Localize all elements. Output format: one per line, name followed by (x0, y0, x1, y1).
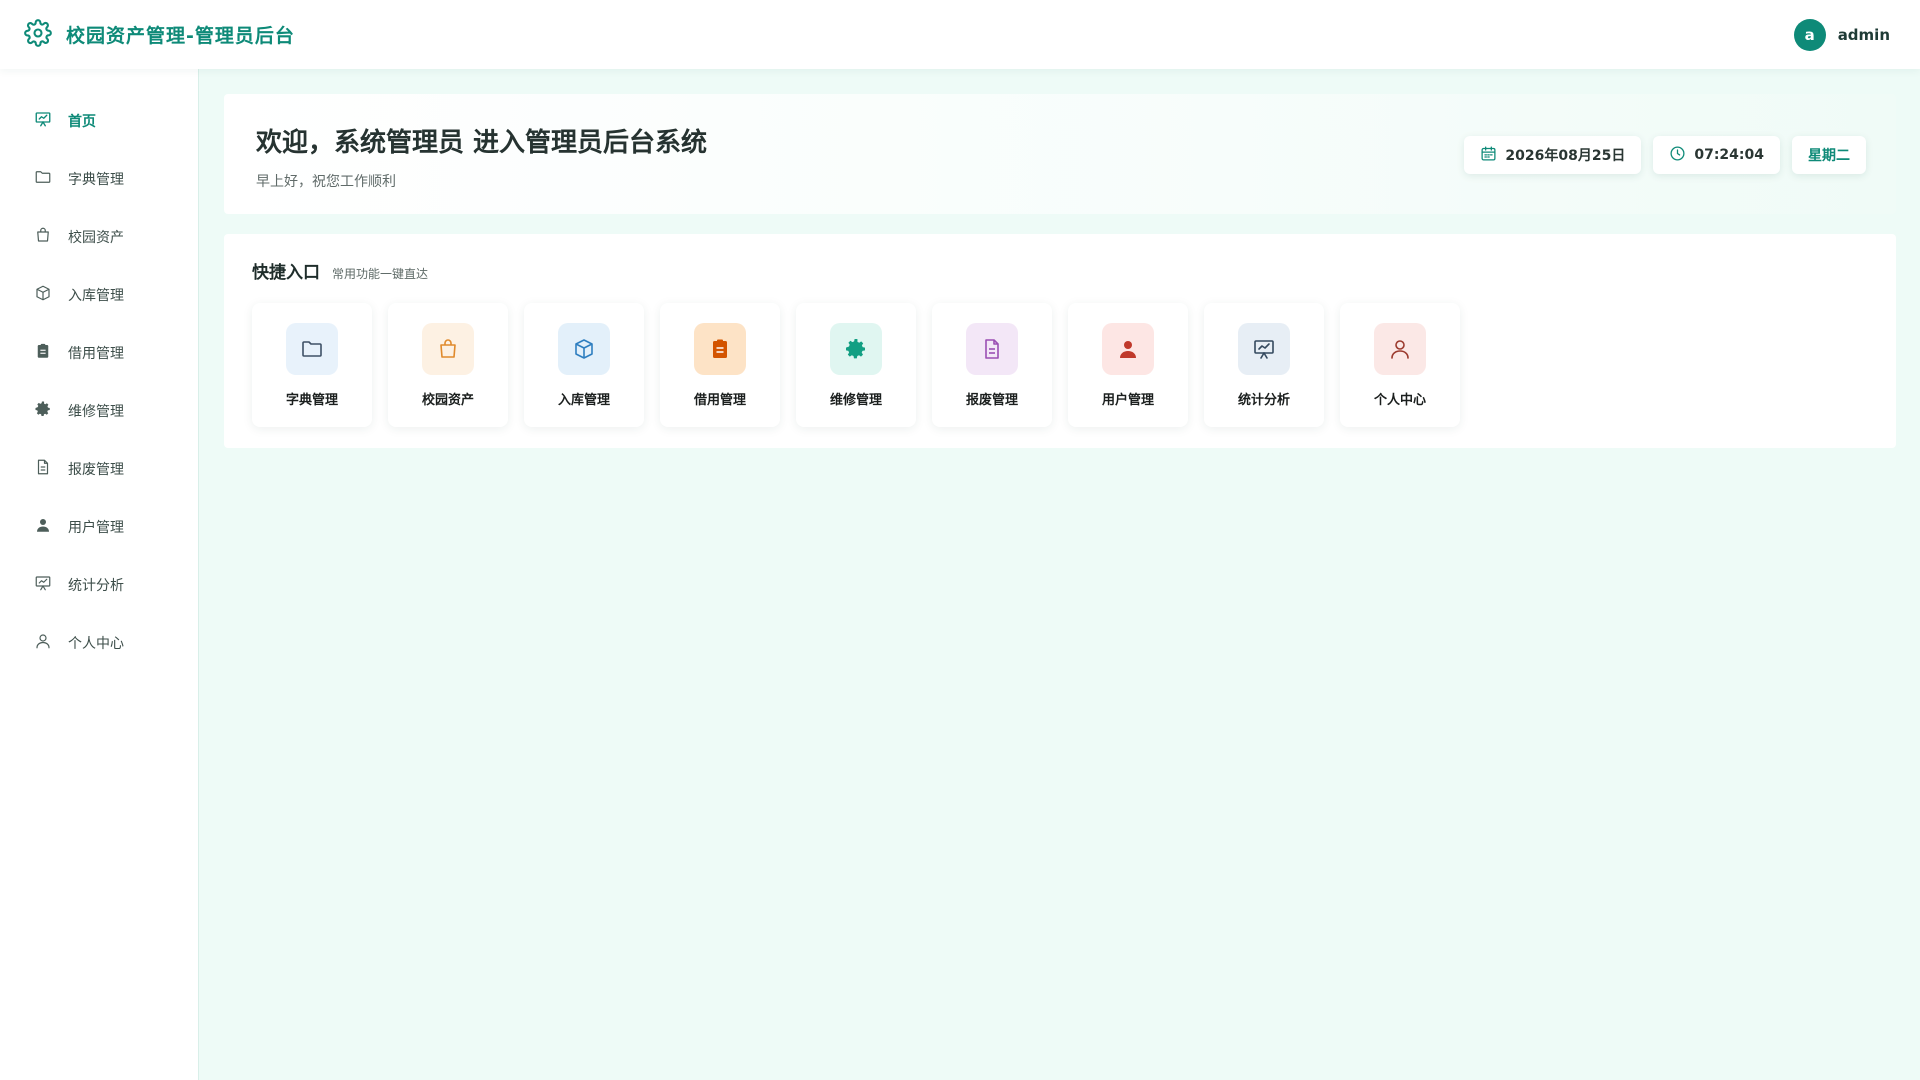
shopping-bag-icon (34, 226, 52, 248)
sidebar-item-scrap[interactable]: 报废管理 (0, 440, 198, 498)
document-icon (966, 323, 1018, 375)
quick-card-label: 入库管理 (557, 393, 610, 408)
document-icon (34, 458, 52, 480)
sidebar-item-label: 统计分析 (68, 578, 124, 594)
user-outline-icon (1374, 323, 1426, 375)
app-title: 校园资产管理-管理员后台 (66, 25, 295, 47)
sidebar: 首页 字典管理 校园资产 入库管理 借用管理 维修管理 报废管理 用户管理 统计… (0, 69, 199, 1080)
top-header: 校园资产管理-管理员后台 a admin (0, 0, 1920, 69)
sidebar-item-home[interactable]: 首页 (0, 92, 198, 150)
sidebar-item-repair[interactable]: 维修管理 (0, 382, 198, 440)
avatar[interactable]: a (1793, 18, 1826, 51)
sidebar-item-label: 借用管理 (68, 346, 124, 362)
gear-icon (24, 18, 52, 51)
quick-card-assets[interactable]: 校园资产 (388, 303, 508, 427)
sidebar-item-label: 校园资产 (68, 230, 124, 246)
box-icon (34, 284, 52, 306)
quick-card-label: 字典管理 (285, 393, 338, 408)
sidebar-item-dictionary[interactable]: 字典管理 (0, 150, 198, 208)
folder-icon (34, 168, 52, 190)
sidebar-item-label: 维修管理 (68, 404, 124, 420)
sidebar-item-users[interactable]: 用户管理 (0, 498, 198, 556)
sidebar-item-label: 报废管理 (68, 462, 124, 478)
date-chip: 2026年08月25日 (1464, 136, 1642, 174)
sidebar-item-label: 字典管理 (68, 172, 124, 188)
quick-card-label: 统计分析 (1237, 393, 1290, 408)
quick-card-label: 个人中心 (1373, 393, 1426, 408)
quick-card-borrow[interactable]: 借用管理 (660, 303, 780, 427)
quick-card-statistics[interactable]: 统计分析 (1204, 303, 1324, 427)
calendar-icon (1480, 145, 1497, 166)
sidebar-item-stock-in[interactable]: 入库管理 (0, 266, 198, 324)
quick-card-users[interactable]: 用户管理 (1068, 303, 1188, 427)
time-chip: 07:24:04 (1653, 136, 1780, 174)
welcome-card: 欢迎，系统管理员 进入管理员后台系统 早上好，祝您工作顺利 2026年08月25… (224, 94, 1896, 214)
user-filled-icon (34, 516, 52, 538)
box-icon (558, 323, 610, 375)
sidebar-item-label: 入库管理 (68, 288, 124, 304)
presentation-icon (34, 110, 52, 132)
sidebar-item-borrow[interactable]: 借用管理 (0, 324, 198, 382)
presentation-icon (34, 574, 52, 596)
sidebar-item-label: 首页 (68, 114, 96, 130)
gear-icon (34, 400, 52, 422)
welcome-subtitle: 早上好，祝您工作顺利 (256, 174, 396, 190)
quick-card-repair[interactable]: 维修管理 (796, 303, 916, 427)
user-filled-icon (1102, 323, 1154, 375)
presentation-icon (1238, 323, 1290, 375)
sidebar-item-label: 个人中心 (68, 636, 124, 652)
datetime-chips: 2026年08月25日 07:24:04 星期二 (1464, 136, 1866, 174)
date-text: 2026年08月25日 (1505, 148, 1626, 164)
weekday-text: 星期二 (1808, 148, 1850, 164)
time-text: 07:24:04 (1694, 147, 1764, 163)
clock-icon (1669, 145, 1686, 166)
quick-entry-title: 快捷入口 (252, 263, 320, 283)
quick-entry-subtitle: 常用功能一键直达 (332, 267, 429, 281)
gear-icon (830, 323, 882, 375)
quick-entry-grid: 字典管理 校园资产 入库管理 借用管理 维修管理 报废管理 用户管理 统计分析 … (252, 303, 1868, 427)
sidebar-item-assets[interactable]: 校园资产 (0, 208, 198, 266)
sidebar-item-label: 用户管理 (68, 520, 124, 536)
clipboard-icon (34, 342, 52, 364)
username[interactable]: admin (1838, 26, 1890, 44)
user-menu[interactable]: a admin (1793, 18, 1890, 51)
quick-entry-panel: 快捷入口 常用功能一键直达 字典管理 校园资产 入库管理 借用管理 维修管理 报… (224, 234, 1896, 448)
sidebar-item-profile[interactable]: 个人中心 (0, 614, 198, 672)
brand[interactable]: 校园资产管理-管理员后台 (24, 18, 295, 51)
quick-entry-header: 快捷入口 常用功能一键直达 (252, 258, 1868, 283)
sidebar-item-statistics[interactable]: 统计分析 (0, 556, 198, 614)
weekday-chip: 星期二 (1792, 136, 1866, 174)
folder-icon (286, 323, 338, 375)
quick-card-scrap[interactable]: 报废管理 (932, 303, 1052, 427)
quick-card-label: 借用管理 (693, 393, 746, 408)
quick-card-label: 维修管理 (829, 393, 882, 408)
quick-card-dictionary[interactable]: 字典管理 (252, 303, 372, 427)
quick-card-label: 报废管理 (965, 393, 1018, 408)
user-outline-icon (34, 632, 52, 654)
quick-card-label: 校园资产 (421, 393, 474, 408)
shopping-bag-icon (422, 323, 474, 375)
quick-card-stock-in[interactable]: 入库管理 (524, 303, 644, 427)
clipboard-icon (694, 323, 746, 375)
quick-card-label: 用户管理 (1101, 393, 1154, 408)
quick-card-profile[interactable]: 个人中心 (1340, 303, 1460, 427)
